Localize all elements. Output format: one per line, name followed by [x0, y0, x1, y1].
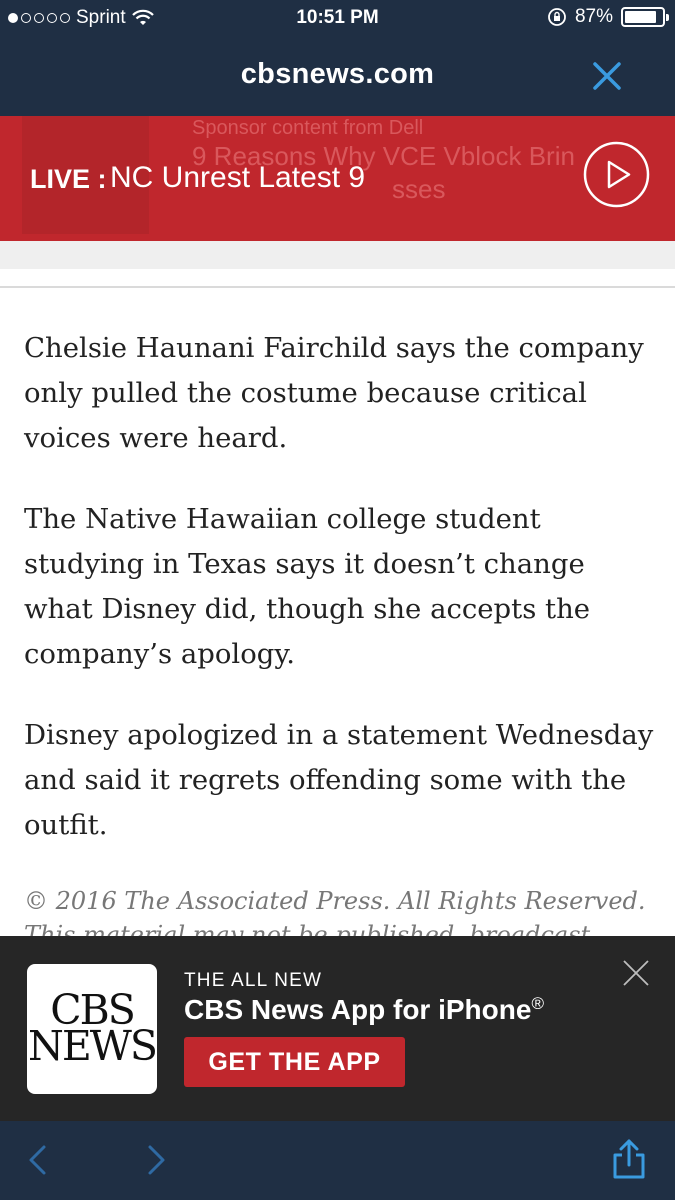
get-app-button[interactable]: GET THE APP	[184, 1037, 405, 1087]
address-bar[interactable]: cbsnews.com	[0, 52, 675, 100]
live-banner[interactable]: Sponsor content from Dell 9 Reasons Why …	[0, 116, 675, 241]
promo-title: CBS News App for iPhone®	[184, 994, 544, 1025]
live-label: LIVE :	[30, 164, 107, 194]
divider	[0, 286, 675, 288]
browser-header: Sprint 10:51 PM 87% cbsnews.com	[0, 0, 675, 116]
back-icon[interactable]	[24, 1143, 52, 1177]
article-paragraph: The Native Hawaiian college student stud…	[24, 503, 591, 670]
status-bar: Sprint 10:51 PM 87%	[0, 0, 675, 38]
registered-mark: ®	[531, 994, 544, 1013]
promo-kicker: THE ALL NEW	[184, 970, 323, 991]
forward-icon[interactable]	[142, 1143, 170, 1177]
article-paragraph: Chelsie Haunani Fairchild says the compa…	[24, 332, 644, 454]
close-icon[interactable]	[591, 60, 623, 92]
browser-toolbar	[0, 1121, 675, 1200]
article-body: Chelsie Haunani Fairchild says the compa…	[24, 326, 654, 1022]
sponsor-label: Sponsor content from Dell	[192, 117, 424, 139]
logo-line-2: NEWS	[27, 1022, 158, 1070]
share-icon[interactable]	[610, 1137, 648, 1181]
cbs-news-logo: CBS NEWS	[27, 964, 158, 1094]
url-text[interactable]: cbsnews.com	[0, 58, 675, 91]
close-icon[interactable]	[623, 960, 649, 986]
play-icon[interactable]	[583, 141, 650, 208]
battery-info: 87%	[547, 6, 669, 28]
app-promo-banner[interactable]: CBS NEWS THE ALL NEW CBS News App for iP…	[0, 936, 675, 1121]
battery-percent: 87%	[574, 6, 613, 27]
section-gap	[0, 241, 675, 269]
article-paragraph: Disney apologized in a statement Wednesd…	[24, 719, 654, 841]
live-headline[interactable]: NC Unrest Latest 9	[110, 161, 365, 195]
battery-icon	[621, 7, 669, 27]
orientation-lock-icon	[548, 8, 566, 26]
